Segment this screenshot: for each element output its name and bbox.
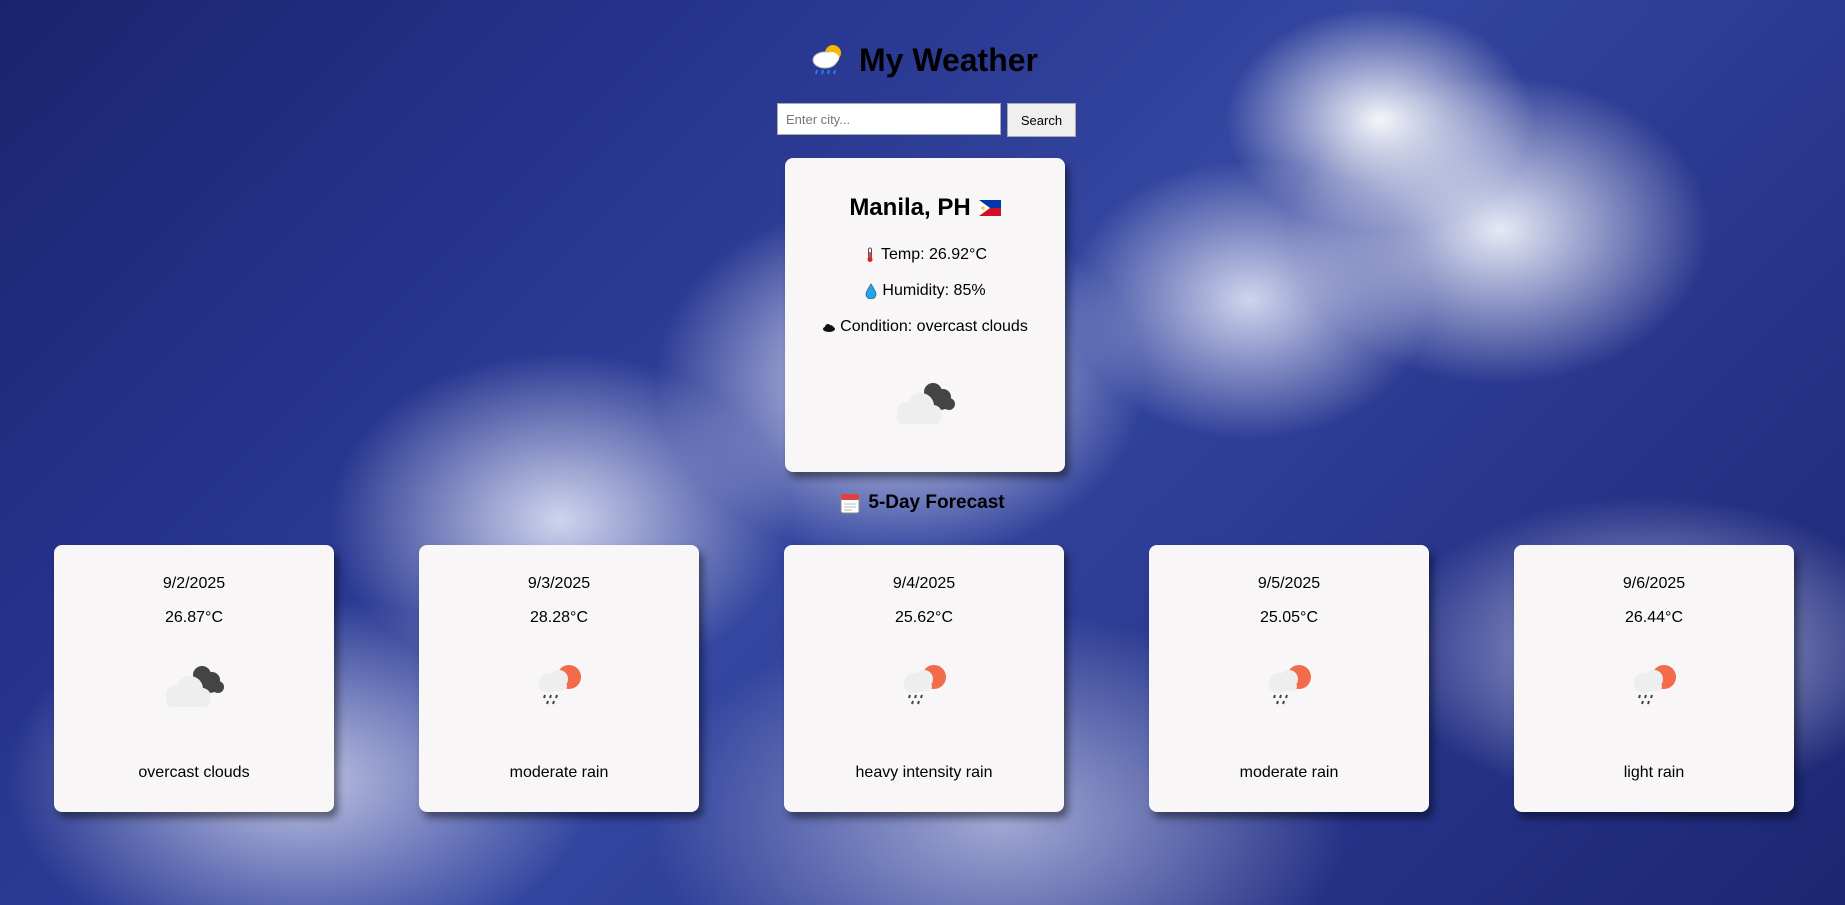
cloud-icon — [823, 324, 836, 332]
forecast-date: 9/4/2025 — [892, 575, 956, 592]
droplet-icon — [866, 283, 877, 299]
forecast-card: 9/2/2025 26.87°C overcast clouds — [54, 545, 334, 812]
app-header: My Weather — [0, 40, 1845, 80]
forecast-card: 9/4/2025 25.62°C heavy intensity rain — [784, 545, 1064, 812]
forecast-card: 9/5/2025 25.05°C moderate rain — [1149, 545, 1429, 812]
condition-text: Condition: overcast clouds — [840, 318, 1028, 335]
sun-rain-icon — [1269, 665, 1311, 705]
thermometer-icon — [867, 247, 873, 262]
humidity-row: Humidity: 85% — [785, 282, 1065, 300]
current-weather-card: Manila, PH Temp: 26.92°C Humidity: 85% C… — [785, 158, 1065, 472]
forecast-date: 9/6/2025 — [1622, 575, 1686, 592]
sun-rain-icon — [904, 665, 946, 705]
city-search-input[interactable] — [777, 103, 1001, 135]
calendar-icon — [840, 493, 860, 514]
forecast-description: overcast clouds — [138, 764, 250, 781]
search-bar: Search — [777, 103, 1076, 137]
temperature-text: Temp: 26.92°C — [880, 246, 987, 263]
forecast-date: 9/2/2025 — [162, 575, 226, 592]
search-button[interactable]: Search — [1007, 103, 1076, 137]
forecast-temp: 28.28°C — [530, 609, 588, 626]
condition-row: Condition: overcast clouds — [785, 318, 1065, 336]
forecast-card: 9/6/2025 26.44°C light rain — [1514, 545, 1794, 812]
humidity-text: Humidity: 85% — [882, 282, 986, 299]
forecast-description: moderate rain — [509, 764, 609, 781]
forecast-title: 5-Day Forecast — [868, 492, 1005, 513]
forecast-temp: 26.44°C — [1625, 609, 1683, 626]
app-title: My Weather — [858, 41, 1038, 78]
city-heading: Manila, PH — [785, 194, 1065, 222]
forecast-heading: 5-Day Forecast — [0, 492, 1845, 514]
forecast-temp: 26.87°C — [165, 609, 223, 626]
forecast-temp: 25.62°C — [895, 609, 953, 626]
forecast-date: 9/5/2025 — [1257, 575, 1321, 592]
sun-rain-icon — [1634, 665, 1676, 705]
forecast-description: light rain — [1623, 764, 1685, 781]
temperature-row: Temp: 26.92°C — [785, 246, 1065, 264]
overcast-clouds-icon — [166, 666, 224, 707]
forecast-date: 9/3/2025 — [527, 575, 591, 592]
sun-rain-icon — [539, 665, 581, 705]
overcast-clouds-icon — [897, 383, 955, 424]
forecast-description: heavy intensity rain — [855, 764, 993, 781]
city-name: Manila, PH — [849, 194, 971, 221]
forecast-temp: 25.05°C — [1260, 609, 1318, 626]
forecast-card: 9/3/2025 28.28°C moderate rain — [419, 545, 699, 812]
philippines-flag-icon — [978, 200, 1001, 216]
cloud-sun-rain-icon — [812, 45, 841, 75]
forecast-description: moderate rain — [1239, 764, 1339, 781]
